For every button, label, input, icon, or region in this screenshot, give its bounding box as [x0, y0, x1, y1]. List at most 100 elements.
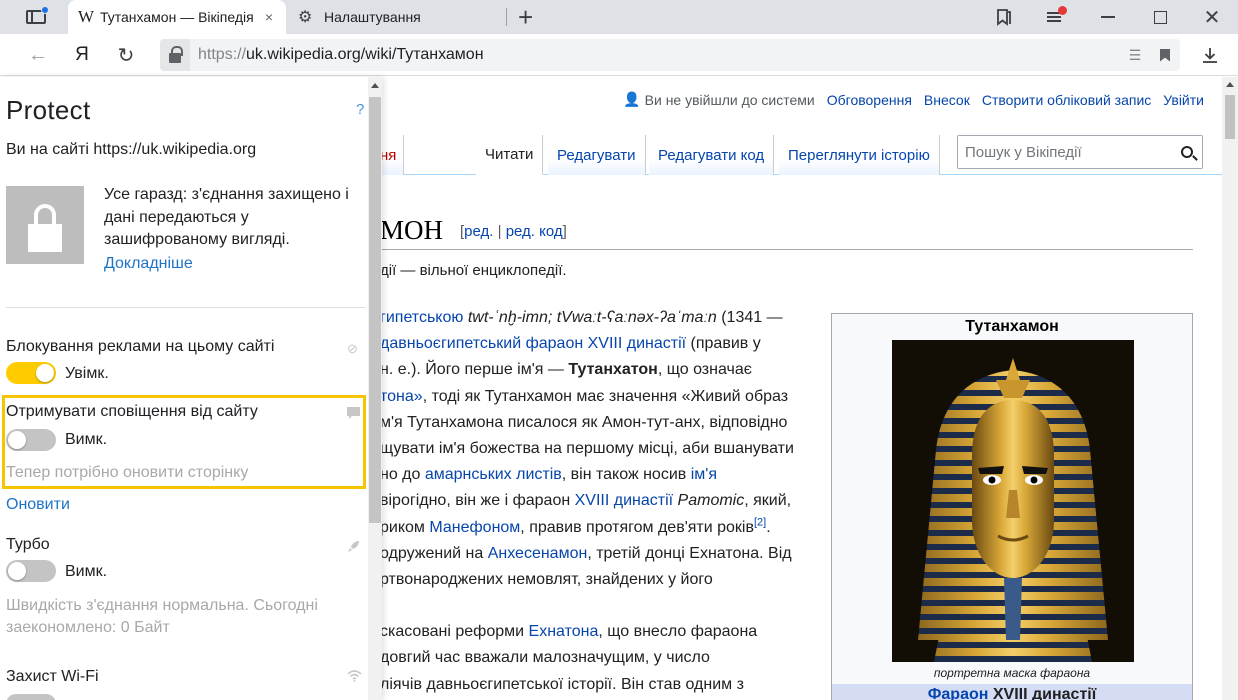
rocket-icon — [347, 540, 360, 556]
connection-secure-text: Усе гаразд: з'єднання захищено і дані пе… — [104, 186, 349, 248]
article-text: одружений на — [380, 544, 488, 562]
tab-wikipedia[interactable]: W Тутанхамон — Вікіпедія × — [68, 0, 286, 34]
reload-icon: ↻ — [117, 44, 135, 67]
edit-link[interactable]: ред. — [464, 223, 493, 240]
secure-lock-icon — [6, 186, 84, 264]
article-text: вірогідно, він же і фараон — [380, 492, 575, 510]
infobox: Тутанхамон портретна маска фараона Фарао… — [831, 313, 1193, 700]
talk-link[interactable]: Обговорення — [827, 92, 912, 108]
article-text: twt-ʿnḫ-imn; tVwaːt-ʕaːnəx-ʔaˈmaːn — [467, 309, 717, 326]
article-text: риком — [380, 518, 430, 536]
arrow-left-icon: ← — [28, 43, 48, 66]
tab-title: Налаштування — [324, 9, 421, 25]
notification-dot — [41, 6, 49, 14]
site-sub: дії — вільної енциклопедії. — [380, 262, 567, 279]
scroll-up-arrow-icon[interactable] — [371, 83, 379, 88]
pharaoh-link[interactable]: Фараон — [928, 686, 989, 700]
article-line: вірогідно, він же і фараон XVIII династі… — [380, 488, 820, 514]
tab-history[interactable]: Переглянути історію — [779, 135, 940, 175]
article-line: давньоєгипетський фараон XVIII династії … — [380, 331, 820, 357]
lock-icon[interactable] — [160, 39, 190, 71]
tab-settings[interactable]: ⚙ Налаштування — [286, 0, 506, 34]
refresh-link[interactable]: Оновити — [6, 496, 70, 514]
reference-link[interactable]: [2] — [754, 516, 766, 528]
turbo-toggle[interactable] — [6, 560, 56, 582]
article-line: довгий час вважали малозначущим, у число — [380, 645, 820, 671]
wifi-icon — [347, 670, 362, 685]
article-text: скасовані реформи — [380, 623, 529, 641]
wifi-protection-toggle[interactable] — [6, 694, 56, 700]
help-button[interactable]: ? — [356, 101, 364, 118]
close-icon: ✕ — [1203, 6, 1221, 29]
turbo-hint-line1: Швидкість з'єднання нормальна. Сьогодні — [6, 597, 318, 614]
tab-edit-code[interactable]: Редагувати код — [649, 135, 775, 175]
download-icon — [1203, 48, 1217, 63]
notification-dot — [1058, 6, 1067, 15]
article-link[interactable]: гипетською — [380, 309, 463, 326]
article-link[interactable]: Анхесенамон — [488, 545, 588, 562]
tab-close-icon[interactable]: × — [260, 9, 278, 25]
maximize-button[interactable] — [1140, 0, 1180, 34]
article-link[interactable]: амарнських листів — [425, 466, 562, 483]
tutankhamun-mask-image[interactable] — [892, 340, 1134, 662]
article-link[interactable]: XVIII династії — [588, 335, 686, 352]
protect-scrollbar[interactable] — [368, 77, 382, 700]
notifications-toggle[interactable] — [6, 429, 56, 451]
tab-read[interactable]: Читати — [476, 135, 544, 175]
article-link[interactable]: XVIII династії — [575, 492, 673, 509]
url-scheme: https:// — [198, 46, 247, 63]
bookmark-icon[interactable] — [1150, 48, 1180, 62]
search-icon[interactable] — [1172, 146, 1202, 158]
create-account-link[interactable]: Створити обліковий запис — [982, 92, 1151, 108]
scroll-up-arrow-icon[interactable] — [1226, 82, 1234, 87]
protect-logo: Protect — [6, 95, 91, 125]
new-tab-button[interactable]: + — [518, 2, 533, 33]
article-link[interactable]: ім'я — [691, 466, 717, 483]
wiki-search-input[interactable]: Пошук у Вікіпедії — [957, 135, 1203, 169]
reload-button[interactable]: ↻ — [110, 39, 142, 71]
contributions-link[interactable]: Внесок — [924, 92, 970, 108]
download-button[interactable] — [1194, 39, 1226, 71]
article-text: , який, — [744, 492, 792, 510]
article-text: н. е.). Його перше ім'я — — [380, 361, 569, 379]
article-text: , третій донці Ехнатона. Від — [587, 544, 792, 562]
article-text: но до — [380, 466, 425, 484]
gear-icon: ⚙ — [298, 9, 313, 26]
back-button[interactable]: ← — [22, 39, 54, 71]
wikipedia-favicon-icon: W — [78, 7, 95, 26]
article-link[interactable]: Ехнатона — [529, 623, 599, 640]
article-link[interactable]: Манефоном — [429, 519, 520, 536]
article-text: . — [766, 518, 771, 536]
ad-blocking-toggle[interactable] — [6, 362, 56, 384]
tab-bar: W Тутанхамон — Вікіпедія × ⚙ Налаштуванн… — [0, 0, 1238, 34]
menu-button[interactable] — [1034, 0, 1074, 34]
article-line: н. е.). Його перше ім'я — Тутанхатон, що… — [380, 357, 820, 383]
close-window-button[interactable]: ✕ — [1192, 0, 1232, 34]
url-field[interactable]: https://uk.wikipedia.org/wiki/Тутанхамон… — [160, 39, 1180, 71]
edit-code-link[interactable]: ред. код — [506, 223, 563, 240]
protect-panel: Protect ? Ви на сайті https://uk.wikiped… — [0, 77, 382, 700]
article-line — [380, 593, 820, 619]
sidebar-toggle-button[interactable] — [0, 0, 68, 34]
article-link[interactable]: давньоєгипетський фараон — [380, 335, 583, 352]
bookmarks-button[interactable] — [984, 0, 1024, 34]
page-title: МОН — [380, 215, 444, 245]
tab-edit[interactable]: Редагувати — [548, 135, 646, 175]
article-link[interactable]: тона» — [380, 388, 423, 405]
page-scrollbar[interactable] — [1222, 77, 1238, 700]
scrollbar-thumb[interactable] — [1225, 95, 1235, 139]
scrollbar-thumb[interactable] — [369, 97, 381, 523]
url-text[interactable]: https://uk.wikipedia.org/wiki/Тутанхамон — [198, 46, 1120, 64]
url-host-path: uk.wikipedia.org/wiki/Тутанхамон — [246, 46, 484, 63]
login-link[interactable]: Увійти — [1163, 92, 1204, 108]
reader-mode-icon[interactable]: ☰ — [1120, 47, 1150, 64]
article-text: (1341 — — [716, 309, 783, 326]
tab-discussion-partial[interactable]: ня — [380, 135, 404, 175]
more-details-link[interactable]: Докладніше — [104, 255, 193, 273]
article-text: щувати ім'я божества на першому місці, а… — [380, 440, 794, 458]
article-text: довгий час вважали малозначущим, у число — [380, 649, 710, 667]
article-text: ртвонароджених немовлят, знайдених у йог… — [380, 571, 713, 589]
minimize-button[interactable] — [1088, 0, 1128, 34]
user-icon: 👤 — [623, 91, 641, 107]
yandex-button[interactable]: Я — [66, 39, 98, 71]
